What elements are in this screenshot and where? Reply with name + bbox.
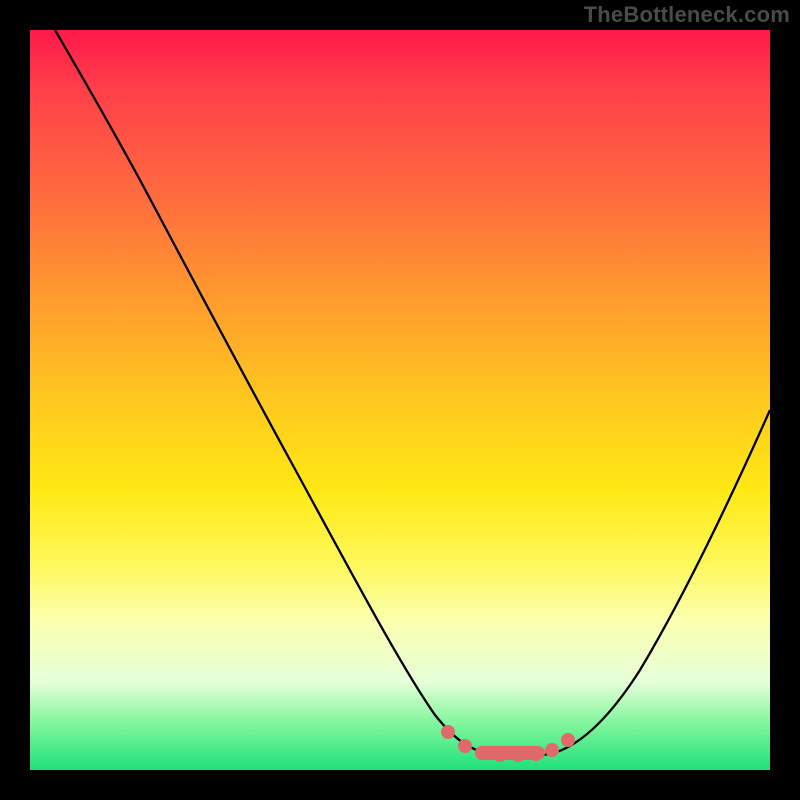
optimal-band bbox=[441, 725, 575, 762]
chart-svg bbox=[30, 30, 770, 770]
bottleneck-curve-bottom bbox=[490, 754, 550, 756]
chart-container: TheBottleneck.com bbox=[0, 0, 800, 800]
plot-area bbox=[30, 30, 770, 770]
watermark-label: TheBottleneck.com bbox=[584, 2, 790, 28]
bottleneck-curve-left bbox=[55, 30, 490, 754]
bottleneck-curve-right bbox=[550, 410, 770, 754]
